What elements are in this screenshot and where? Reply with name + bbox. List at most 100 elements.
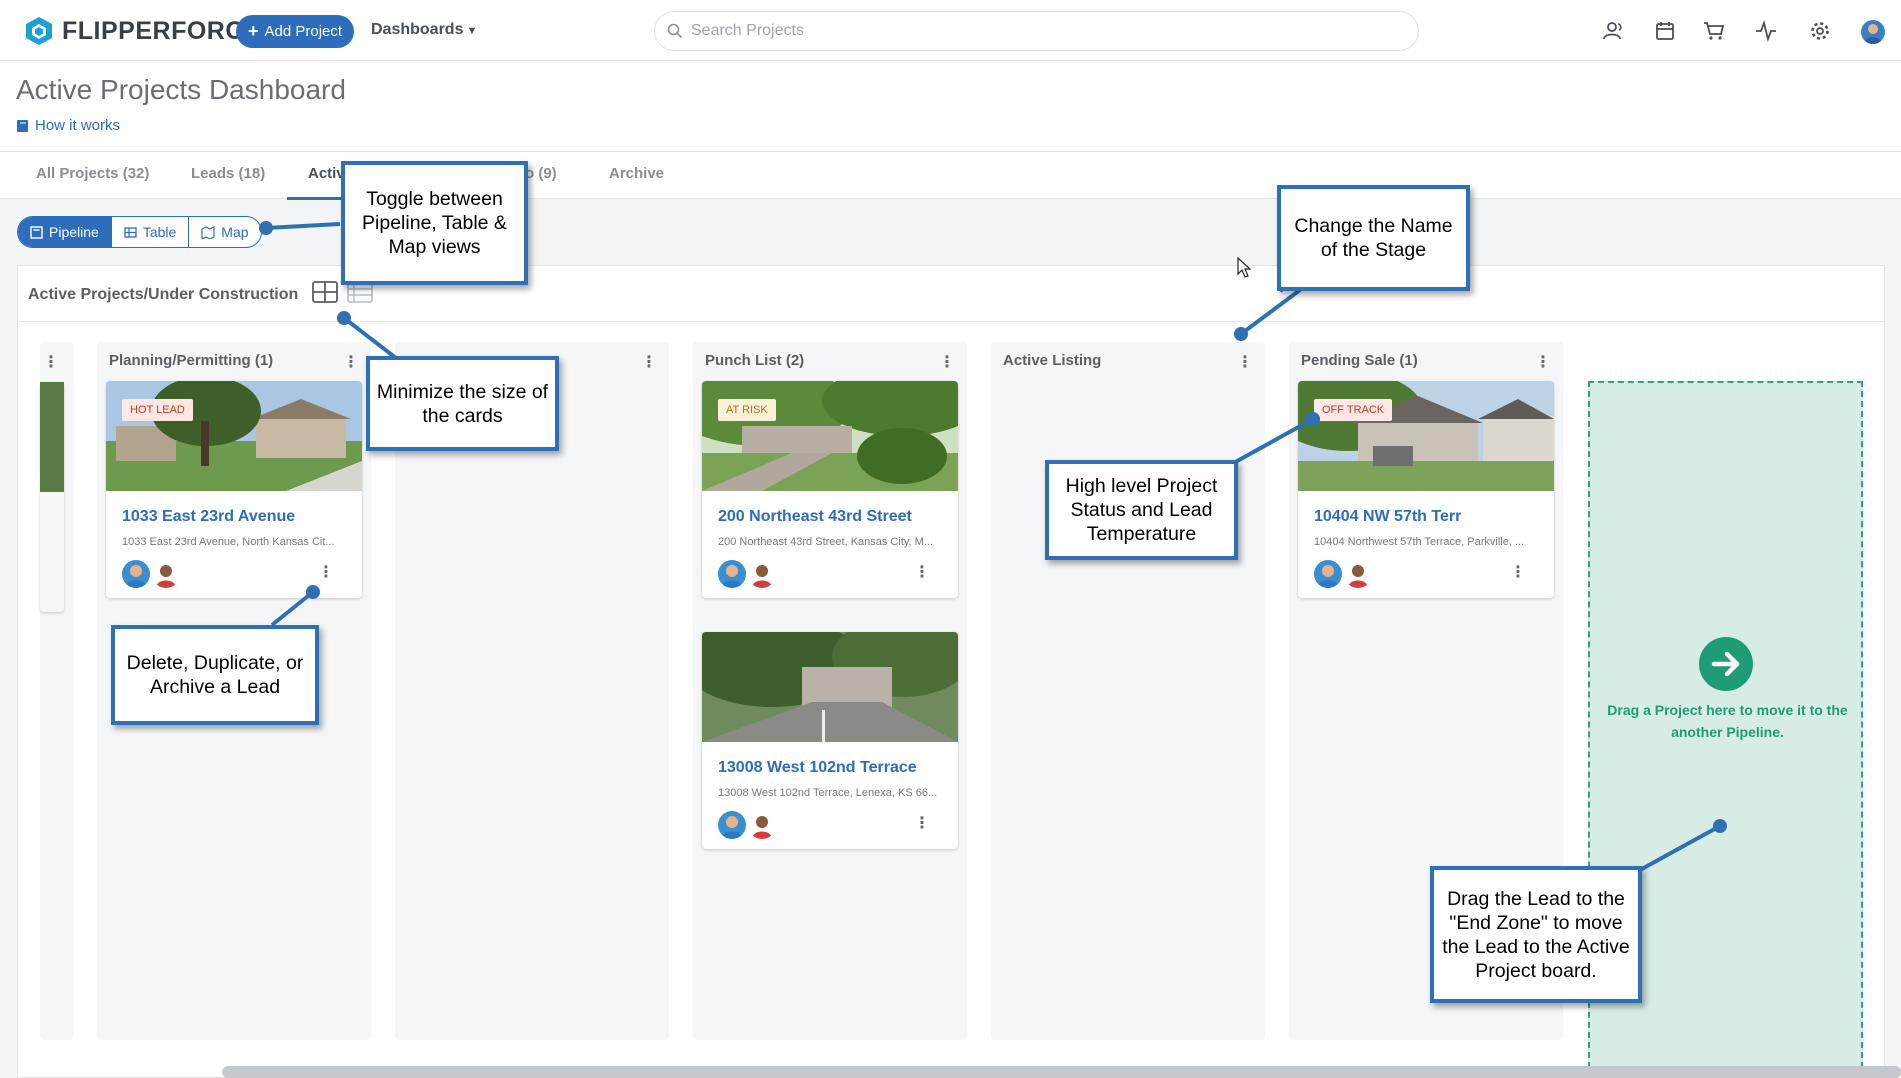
card-address: 1033 East 23rd Avenue, North Kansas Cit.… (122, 536, 335, 548)
card-menu-icon[interactable]: ⋮ (914, 562, 930, 582)
card-partial[interactable] (40, 382, 64, 612)
table-view-button[interactable]: Table (112, 217, 190, 247)
users-icon[interactable] (1602, 19, 1626, 43)
assignee-avatar-image (752, 565, 772, 588)
tab-leads[interactable]: Leads (18) (191, 165, 265, 182)
property-photo: AT RISK (702, 381, 958, 491)
card-footer: ⋮ (702, 548, 958, 598)
how-it-works-link[interactable]: How it works (16, 117, 120, 134)
card-menu-icon[interactable]: ⋮ (1510, 562, 1526, 582)
gear-icon[interactable] (1808, 19, 1832, 43)
table-label: Table (142, 224, 177, 240)
assignee-avatar[interactable] (718, 560, 746, 588)
tab-archive[interactable]: Archive (609, 165, 664, 182)
assignee-avatar-image (752, 816, 772, 839)
assignee-avatar[interactable] (748, 811, 776, 839)
tab-all-projects[interactable]: All Projects (32) (36, 165, 149, 182)
brand-name: FLIPPERFORCE (62, 16, 262, 45)
search-icon (667, 23, 683, 39)
brand-logo[interactable]: FLIPPERFORCE (24, 16, 261, 46)
project-card[interactable]: 13008 West 102nd Terrace 13008 West 102n… (702, 632, 958, 849)
column-title[interactable]: Pending Sale (1) (1301, 352, 1418, 369)
user-avatar-image (1864, 24, 1882, 44)
column-title[interactable]: Punch List (2) (705, 352, 804, 369)
column-title[interactable]: Planning/Permitting (1) (109, 352, 273, 369)
caret-down-icon: ▼ (466, 25, 478, 37)
calendar-icon[interactable] (1653, 19, 1677, 43)
map-label: Map (221, 224, 249, 240)
add-project-label: Add Project (264, 23, 343, 40)
assignee-avatar[interactable] (1344, 560, 1372, 588)
column-menu-icon[interactable]: ⋮ (939, 352, 955, 372)
card-title[interactable]: 1033 East 23rd Avenue (122, 508, 362, 526)
status-badge: AT RISK (718, 399, 776, 421)
search-input[interactable] (691, 22, 1391, 40)
card-title[interactable]: 13008 West 102nd Terrace (718, 759, 958, 777)
callout-rename-stage: Change the Name of the Stage (1277, 185, 1470, 291)
tab-partial[interactable]: o (9) (525, 165, 557, 182)
column-menu-icon[interactable]: ⋮ (43, 352, 59, 372)
card-menu-icon[interactable]: ⋮ (318, 562, 334, 582)
pipeline-icon (30, 225, 43, 239)
book-icon (17, 119, 28, 132)
assignee-avatar-image (1348, 565, 1368, 588)
assignee-avatar[interactable] (152, 560, 180, 588)
property-photo: OFF TRACK (1298, 381, 1554, 491)
column-title[interactable]: Active Listing (1003, 352, 1101, 369)
property-photo-image (106, 381, 362, 491)
table-icon (124, 226, 137, 238)
mouse-cursor-icon (1237, 257, 1251, 278)
pipeline-label: Pipeline (49, 224, 99, 240)
card-address: 200 Northeast 43rd Street, Kansas City, … (718, 536, 934, 548)
user-avatar[interactable] (1861, 20, 1885, 44)
card-address: 13008 West 102nd Terrace, Lenexa, KS 66.… (718, 787, 938, 799)
property-photo-image (702, 381, 958, 491)
page-header: Active Projects Dashboard How it works (0, 61, 1901, 151)
card-title[interactable]: 10404 NW 57th Terr (1314, 508, 1554, 526)
dashboards-dropdown[interactable]: Dashboards ▼ (371, 21, 477, 39)
column-menu-icon[interactable]: ⋮ (1535, 352, 1551, 372)
card-menu-icon[interactable]: ⋮ (914, 813, 930, 833)
assignee-avatar-image (156, 565, 176, 588)
tab-active[interactable]: Activ (308, 165, 345, 182)
column-menu-icon[interactable]: ⋮ (343, 352, 359, 372)
callout-status-temperature: High level Project Status and Lead Tempe… (1045, 460, 1238, 560)
property-photo (702, 632, 958, 742)
card-address: 10404 Northwest 57th Terrace, Parkville,… (1314, 536, 1525, 548)
assignee-avatar[interactable] (718, 811, 746, 839)
arrow-right-glyph (1711, 651, 1740, 677)
project-card[interactable]: AT RISK 200 Northeast 43rd Street 200 No… (702, 381, 958, 598)
card-title[interactable]: 200 Northeast 43rd Street (718, 508, 958, 526)
project-card[interactable]: HOT LEAD 1033 East 23rd Avenue 1033 East… (106, 381, 362, 598)
column-menu-icon[interactable]: ⋮ (641, 352, 657, 372)
callout-delete-duplicate: Delete, Duplicate, or Archive a Lead (111, 625, 319, 725)
callout-toggle-views: Toggle between Pipeline, Table & Map vie… (341, 161, 528, 285)
search-bar[interactable] (654, 11, 1419, 51)
assignee-avatar[interactable] (122, 560, 150, 588)
dashboards-label: Dashboards (371, 21, 464, 38)
map-view-button[interactable]: Map (189, 217, 260, 247)
grid-layout-icon[interactable] (312, 281, 338, 303)
horizontal-scrollbar[interactable] (222, 1066, 1901, 1078)
callout-minimize-cards: Minimize the size of the cards (366, 356, 559, 451)
status-badge: HOT LEAD (122, 399, 193, 421)
assignee-avatar[interactable] (1314, 560, 1342, 588)
assignee-avatar[interactable] (748, 560, 776, 588)
card-footer: ⋮ (1298, 548, 1554, 598)
board-title: Active Projects/Under Construction (28, 286, 299, 303)
cart-icon[interactable] (1702, 19, 1726, 43)
column-menu-icon[interactable]: ⋮ (1237, 352, 1253, 372)
board-divider (18, 321, 1884, 322)
assignee-avatar-image (721, 816, 743, 839)
view-toggle: Pipeline Table Map (17, 216, 262, 248)
page-title: Active Projects Dashboard (16, 74, 346, 105)
how-it-works-label: How it works (35, 117, 121, 134)
add-project-button[interactable]: + Add Project (236, 15, 355, 48)
project-card[interactable]: OFF TRACK 10404 NW 57th Terr 10404 North… (1298, 381, 1554, 598)
callout-end-zone: Drag the Lead to the "End Zone" to move … (1430, 866, 1642, 1003)
logo-icon (26, 17, 52, 45)
pipeline-view-button[interactable]: Pipeline (18, 217, 112, 247)
card-footer: ⋮ (702, 799, 958, 849)
assignee-avatar-image (1317, 565, 1339, 588)
activity-icon[interactable] (1754, 19, 1778, 43)
